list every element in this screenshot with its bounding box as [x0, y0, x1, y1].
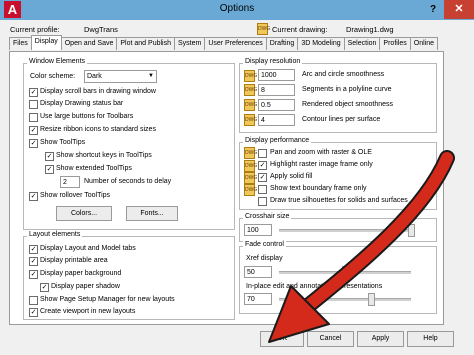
tab-system[interactable]: System — [173, 37, 206, 50]
tab-profiles[interactable]: Profiles — [379, 37, 411, 50]
rollover-tooltips-checkbox[interactable]: ✓ — [29, 192, 38, 201]
chevron-down-icon: ▼ — [148, 73, 154, 79]
scroll-bars-label: Display scroll bars in drawing window — [40, 88, 156, 95]
current-drawing-value: Drawing1.dwg — [346, 25, 394, 34]
drawing-file-icon: DWG — [244, 99, 257, 111]
tab-display[interactable]: Display — [30, 35, 62, 50]
show-tooltips-label: Show ToolTips — [40, 139, 86, 146]
rendered-smoothness-input[interactable]: 0.5 — [258, 99, 295, 111]
delay-seconds-label: Number of seconds to delay — [84, 178, 172, 185]
drawing-status-bar-label: Display Drawing status bar — [40, 100, 124, 107]
tab-selection[interactable]: Selection — [343, 37, 381, 50]
drawing-file-icon: DWG — [244, 84, 257, 96]
paper-background-checkbox[interactable]: ✓ — [29, 270, 38, 279]
resize-ribbon-icons-checkbox[interactable]: ✓ — [29, 126, 38, 135]
display-performance-title: Display performance — [243, 137, 312, 144]
close-button[interactable]: ✕ — [444, 0, 474, 19]
extended-tooltips-label: Show extended ToolTips — [56, 165, 132, 172]
tab-plot-and-publish[interactable]: Plot and Publish — [116, 37, 175, 50]
printable-area-label: Display printable area — [40, 257, 108, 264]
drawing-file-icon: DWG — [257, 23, 270, 35]
arc-smoothness-input[interactable]: 1000 — [258, 69, 295, 81]
polyline-segments-label: Segments in a polyline curve — [302, 86, 392, 93]
page-setup-manager-label: Show Page Setup Manager for new layouts — [40, 296, 175, 303]
contour-lines-input[interactable]: 4 — [258, 114, 295, 126]
large-buttons-checkbox[interactable] — [29, 113, 38, 122]
rollover-tooltips-label: Show rollover ToolTips — [40, 192, 111, 199]
create-viewport-checkbox[interactable]: ✓ — [29, 308, 38, 317]
large-buttons-label: Use large buttons for Toolbars — [40, 113, 134, 120]
layout-model-tabs-label: Display Layout and Model tabs — [40, 245, 136, 252]
current-drawing-label: Current drawing: — [272, 25, 328, 34]
colors-button[interactable]: Colors... — [56, 206, 112, 221]
color-scheme-value: Dark — [87, 73, 102, 80]
red-arrow-icon — [268, 150, 455, 343]
fonts-button[interactable]: Fonts... — [126, 206, 178, 221]
drawing-status-bar-checkbox[interactable] — [29, 100, 38, 109]
current-profile-label: Current profile: — [10, 25, 60, 34]
shortcut-keys-checkbox[interactable]: ✓ — [45, 152, 54, 161]
color-scheme-select[interactable]: Dark ▼ — [84, 70, 157, 83]
rendered-smoothness-label: Rendered object smoothness — [302, 101, 394, 108]
window-title: Options — [219, 3, 255, 14]
tab-user-preferences[interactable]: User Preferences — [204, 37, 267, 50]
show-tooltips-checkbox[interactable]: ✓ — [29, 139, 38, 148]
tab-3d-modeling[interactable]: 3D Modeling — [297, 37, 345, 50]
help-icon[interactable]: ? — [424, 2, 442, 17]
paper-background-label: Display paper background — [40, 270, 122, 277]
layout-elements-title: Layout elements — [27, 231, 83, 238]
scroll-bars-checkbox[interactable]: ✓ — [29, 88, 38, 97]
color-scheme-label: Color scheme: — [30, 73, 76, 80]
display-resolution-title: Display resolution — [243, 58, 303, 65]
delay-seconds-input[interactable]: 2 — [60, 176, 80, 188]
drawing-file-icon: DWG — [244, 114, 257, 126]
tab-files[interactable]: Files — [9, 37, 32, 50]
window-elements-title: Window Elements — [27, 58, 88, 65]
drawing-file-icon: DWG — [244, 70, 257, 82]
arc-smoothness-label: Arc and circle smoothness — [302, 71, 385, 78]
layout-model-tabs-checkbox[interactable]: ✓ — [29, 245, 38, 254]
page-setup-manager-checkbox[interactable] — [29, 296, 38, 305]
tab-bar: Files Display Open and Save Plot and Pub… — [9, 35, 438, 51]
extended-tooltips-checkbox[interactable]: ✓ — [45, 165, 54, 174]
paper-shadow-label: Display paper shadow — [51, 283, 120, 290]
tab-drafting[interactable]: Drafting — [265, 37, 299, 50]
tab-open-and-save[interactable]: Open and Save — [60, 37, 118, 50]
create-viewport-label: Create viewport in new layouts — [40, 308, 136, 315]
polyline-segments-input[interactable]: 8 — [258, 84, 295, 96]
current-profile-value: DwgTrans — [84, 25, 118, 34]
paper-shadow-checkbox[interactable]: ✓ — [40, 283, 49, 292]
printable-area-checkbox[interactable]: ✓ — [29, 257, 38, 266]
contour-lines-label: Contour lines per surface — [302, 116, 381, 123]
shortcut-keys-label: Show shortcut keys in ToolTips — [56, 152, 152, 159]
tab-online[interactable]: Online — [409, 37, 438, 50]
resize-ribbon-icons-label: Resize ribbon icons to standard sizes — [40, 126, 156, 133]
